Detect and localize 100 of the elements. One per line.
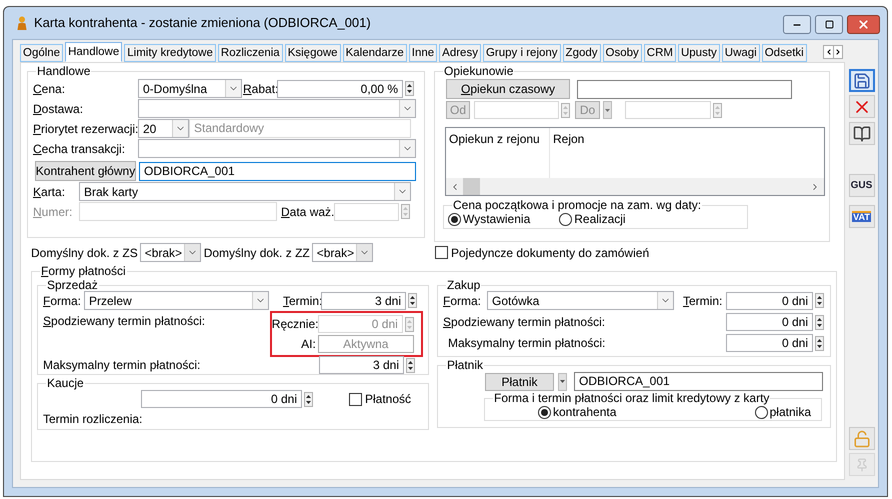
chevron-down-icon (657, 292, 673, 309)
dropdown-field[interactable]: Brak karty (79, 182, 411, 201)
toolbar-button[interactable] (848, 95, 874, 118)
push-button[interactable]: Płatnik (485, 372, 554, 390)
radio-option[interactable]: płatnika (754, 405, 811, 419)
number-field[interactable] (334, 202, 399, 220)
tab[interactable]: Inne (408, 44, 438, 62)
field-label: Rabat: (242, 82, 277, 96)
number-field[interactable] (625, 101, 711, 119)
chevron-down-icon (172, 120, 188, 137)
number-field[interactable]: 0,00 % (277, 80, 403, 98)
radio-option[interactable]: Wystawienia (448, 212, 530, 226)
chevron-down-icon (356, 244, 372, 261)
spinner-arrows-icon[interactable] (408, 293, 417, 308)
dropdown-field[interactable]: <brak> (312, 243, 373, 262)
radio-option[interactable]: kontrahenta (538, 405, 616, 419)
number-field[interactable] (474, 101, 559, 119)
caret-icon[interactable] (603, 101, 612, 119)
radio-option[interactable]: Realizacji (559, 212, 626, 226)
field-label: Karta: (33, 184, 66, 198)
close-icon (857, 18, 870, 31)
group-title: Płatnik (446, 358, 484, 372)
vat-logo-icon: VAT (852, 211, 871, 222)
field-label: Termin: (683, 294, 724, 308)
dropdown-field[interactable] (138, 139, 416, 158)
spinner-arrows-icon[interactable] (406, 358, 415, 372)
dropdown-field[interactable] (138, 99, 416, 118)
tab[interactable]: Handlowe (65, 42, 122, 62)
group-title: Kaucje (46, 376, 85, 390)
tab[interactable]: Księgowe (284, 44, 341, 62)
tab[interactable]: Limity kredytowe (124, 44, 216, 62)
tab[interactable]: Adresy (439, 44, 481, 62)
caret-icon[interactable] (558, 372, 567, 390)
field-label: Domyślny dok. z ZS (31, 246, 138, 260)
field-label: Data waż. (281, 204, 334, 218)
input-field[interactable] (577, 80, 792, 98)
group-title: Cena początkowa i promocje na zam. wg daty: (452, 198, 702, 212)
group-title: Sprzedaż (46, 278, 99, 292)
tab[interactable]: Ogólne (20, 44, 64, 62)
field-label: Ręcznie: (272, 317, 318, 331)
field-label: Maksymalny termin płatności: (447, 336, 606, 350)
field-label: Priorytet rezerwacji: (33, 122, 138, 136)
dropdown-field[interactable]: <brak> (140, 243, 201, 262)
number-field[interactable]: 0 dni (726, 313, 813, 331)
spinner-arrows-icon[interactable] (815, 314, 824, 330)
column-header[interactable]: Rejon (550, 128, 584, 178)
tab[interactable]: CRM (644, 44, 676, 62)
tab[interactable]: Grupy i rejony (482, 44, 561, 62)
field-label: Termin rozliczenia: (43, 412, 144, 426)
window-title: Karta kontrahenta - zostanie zmieniona (ODBIORCA_001) (34, 15, 371, 31)
group-title: Handlowe (36, 64, 92, 78)
group-title: Formy płatności (40, 264, 127, 278)
spinner-arrows-icon[interactable] (815, 336, 824, 350)
padlock-icon (852, 430, 870, 448)
input-field[interactable]: ODBIORCA_001 (574, 372, 823, 391)
spinner-arrows-icon[interactable] (304, 392, 313, 406)
book-icon (852, 124, 870, 142)
scrollbar-thumb[interactable] (463, 178, 480, 195)
spinner-arrows-icon[interactable] (815, 293, 824, 308)
field-label: Spodziewany termin płatności: (443, 315, 606, 329)
tab[interactable]: Upusty (678, 44, 720, 62)
scroll-right-button[interactable] (833, 46, 842, 58)
push-button[interactable]: Opiekun czasowy (446, 79, 570, 99)
gus-logo-icon: GUS (850, 180, 872, 190)
status-field: Aktywna (318, 335, 414, 353)
number-field[interactable]: 3 dni (321, 292, 406, 310)
maximize-button[interactable] (815, 15, 843, 34)
number-field[interactable]: 0 dni (726, 292, 813, 310)
toolbar-button[interactable]: VAT (848, 205, 874, 228)
field-label: Forma: (443, 294, 482, 308)
chevron-left-icon (824, 48, 832, 56)
field-label: Cecha transakcji: (33, 142, 126, 156)
tab[interactable]: Kalendarze (342, 44, 407, 62)
tab[interactable]: Rozliczenia (218, 44, 283, 62)
field-label: Domyślny dok. z ZZ (204, 246, 310, 260)
dropdown-field[interactable]: Przelew (84, 291, 269, 310)
number-field[interactable]: 0 dni (141, 390, 302, 408)
toolbar-button[interactable] (848, 122, 874, 145)
field-label: AI: (300, 337, 317, 351)
horizontal-scrollbar[interactable] (446, 178, 824, 195)
toolbar-button[interactable] (848, 69, 874, 92)
checkbox-option[interactable]: Płatność (349, 392, 412, 406)
input-field[interactable]: ODBIORCA_001 (139, 162, 416, 180)
tab[interactable]: Zgody (562, 44, 601, 62)
dropdown-field[interactable]: 20 (138, 119, 189, 138)
checkbox-option[interactable]: Pojedyncze dokumenty do zamówień (435, 246, 650, 260)
push-button[interactable]: Kontrahent główny (35, 161, 136, 181)
tab[interactable]: Odsetki (762, 44, 807, 62)
tab[interactable]: Osoby (602, 44, 642, 62)
toolbar-button[interactable]: GUS (848, 174, 874, 197)
dropdown-field[interactable]: 0-Domyślna (138, 79, 242, 98)
number-field[interactable]: 0 dni (726, 334, 813, 352)
group-title: Opiekunowie (443, 64, 514, 78)
chevron-down-icon (252, 292, 268, 309)
spinner-arrows-icon[interactable] (405, 81, 414, 96)
tab[interactable]: Uwagi (722, 44, 760, 62)
number-field[interactable]: 3 dni (319, 356, 404, 374)
dropdown-field[interactable]: Gotówka (487, 291, 674, 310)
chevron-right-icon (834, 48, 842, 56)
close-button[interactable] (847, 15, 880, 34)
